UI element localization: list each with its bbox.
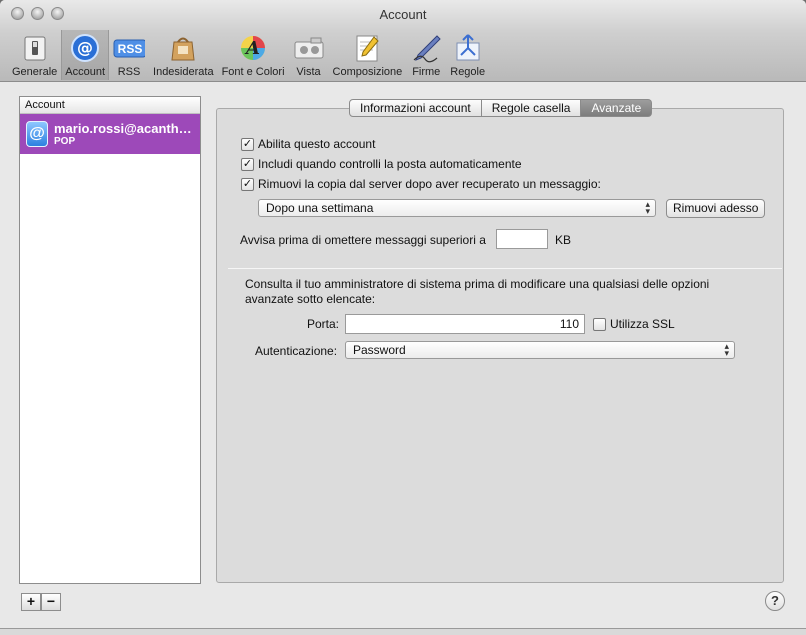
warn-size-unit: KB — [555, 233, 572, 247]
account-buttons: + − — [21, 593, 61, 611]
auth-value: Password — [353, 343, 406, 357]
use-ssl-label: Utilizza SSL — [610, 317, 675, 331]
switch-icon — [19, 32, 51, 64]
port-input[interactable]: 110 — [345, 314, 585, 334]
include-auto-check-row[interactable]: ✓ Includi quando controlli la posta auto… — [241, 157, 522, 171]
enable-account-checkbox[interactable]: ✓ — [241, 137, 254, 151]
admin-note: Consulta il tuo amministratore di sistem… — [245, 277, 710, 306]
warn-size-label: Avvisa prima di omettere messaggi superi… — [240, 233, 486, 247]
toolbar-account[interactable]: @ Account — [61, 30, 110, 80]
add-account-button[interactable]: + — [21, 593, 41, 611]
remove-copy-label: Rimuovi la copia dal server dopo aver re… — [258, 177, 601, 191]
updown-arrows-icon: ▴ ▾ — [645, 199, 650, 216]
toolbar-vista[interactable]: Vista — [289, 30, 329, 80]
updown-arrows-icon: ▴ ▾ — [724, 341, 729, 358]
enable-account-label: Abilita questo account — [258, 137, 376, 151]
remove-copy-checkbox[interactable]: ✓ — [241, 177, 254, 191]
preferences-window: Account Generale @ Account RSS RSS Indes… — [0, 0, 806, 628]
remove-now-button[interactable]: Rimuovi adesso — [666, 199, 766, 218]
rules-icon — [452, 32, 484, 64]
include-auto-check-label: Includi quando controlli la posta automa… — [258, 157, 522, 171]
use-ssl-checkbox[interactable] — [593, 317, 606, 331]
preferences-toolbar: Generale @ Account RSS RSS Indesiderata — [8, 30, 489, 82]
svg-text:RSS: RSS — [118, 42, 143, 56]
remove-when-select[interactable]: Dopo una settimana ▴ ▾ — [258, 199, 656, 217]
svg-text:@: @ — [77, 38, 93, 57]
toolbar-generale[interactable]: Generale — [8, 30, 61, 80]
tab-avanzate[interactable]: Avanzate — [581, 99, 653, 117]
at-sign-icon: @ — [26, 121, 48, 147]
window-title: Account — [379, 7, 427, 22]
compose-icon — [351, 32, 383, 64]
toolbar-firme[interactable]: Firme — [406, 30, 446, 80]
svg-text:A: A — [244, 38, 260, 59]
list-item[interactable]: @ mario.rossi@acanth… POP — [20, 114, 200, 154]
section-divider — [228, 268, 782, 269]
remove-copy-row[interactable]: ✓ Rimuovi la copia dal server dopo aver … — [241, 177, 601, 191]
toolbar-composizione[interactable]: Composizione — [329, 30, 407, 80]
auth-label: Autenticazione: — [255, 344, 338, 358]
toolbar-indesiderata[interactable]: Indesiderata — [149, 30, 218, 80]
toolbar-regole[interactable]: Regole — [446, 30, 489, 80]
port-label: Porta: — [307, 317, 340, 331]
font-colors-icon: A — [237, 32, 269, 64]
accounts-list-header: Account — [20, 97, 200, 114]
tab-informazioni-account[interactable]: Informazioni account — [349, 99, 482, 117]
toolbar-font-colori[interactable]: A Font e Colori — [218, 30, 289, 80]
remove-account-button[interactable]: − — [41, 593, 61, 611]
at-sign-icon: @ — [69, 32, 101, 64]
account-info: mario.rossi@acanth… POP — [54, 121, 194, 147]
junk-bag-icon — [167, 32, 199, 64]
tab-regole-casella[interactable]: Regole casella — [481, 99, 582, 117]
view-icon — [293, 32, 325, 64]
account-tabs: Informazioni account Regole casella Avan… — [349, 99, 653, 117]
accounts-list: Account @ mario.rossi@acanth… POP — [19, 96, 201, 584]
rss-icon: RSS — [113, 32, 146, 64]
toolbar-rss[interactable]: RSS RSS — [109, 30, 149, 80]
auth-select[interactable]: Password ▴ ▾ — [345, 341, 735, 359]
toolbar-area: Account Generale @ Account RSS RSS Indes… — [0, 0, 806, 82]
remove-when-value: Dopo una settimana — [266, 201, 374, 215]
include-auto-check-checkbox[interactable]: ✓ — [241, 157, 254, 171]
enable-account-row[interactable]: ✓ Abilita questo account — [241, 137, 375, 151]
background-window-edge — [0, 628, 806, 635]
help-button[interactable]: ? — [765, 591, 785, 611]
use-ssl-row[interactable]: Utilizza SSL — [593, 317, 675, 331]
pen-signature-icon — [410, 32, 442, 64]
warn-size-input[interactable] — [496, 229, 548, 249]
account-name: mario.rossi@acanth… — [54, 121, 192, 136]
account-type: POP — [54, 136, 76, 147]
